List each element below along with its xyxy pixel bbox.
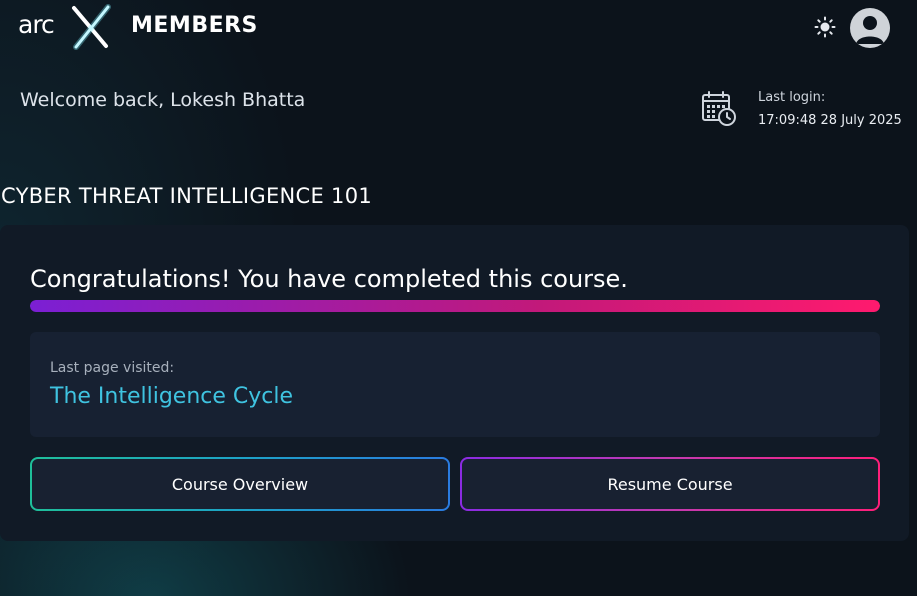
last-login-label: Last login: xyxy=(758,90,826,105)
welcome-message: Welcome back, Lokesh Bhatta xyxy=(20,89,306,111)
theme-toggle-button[interactable] xyxy=(814,16,836,38)
user-avatar-icon xyxy=(856,16,884,44)
resume-course-button[interactable]: Resume Course xyxy=(460,457,880,511)
course-overview-button[interactable]: Course Overview xyxy=(30,457,450,511)
course-progress-bar xyxy=(30,300,880,312)
last-page-panel: Last page visited: The Intelligence Cycl… xyxy=(30,332,880,437)
arcx-logo[interactable]: arc xyxy=(18,4,114,50)
last-page-label: Last page visited: xyxy=(50,360,175,376)
course-progress-fill xyxy=(30,300,880,312)
course-title: CYBER THREAT INTELLIGENCE 101 xyxy=(1,184,373,208)
course-overview-label: Course Overview xyxy=(32,459,448,509)
sun-icon xyxy=(814,16,836,38)
last-login-timestamp: 17:09:48 28 July 2025 xyxy=(758,113,902,128)
user-avatar-button[interactable] xyxy=(850,8,890,48)
resume-course-label: Resume Course xyxy=(462,459,878,509)
logo-wordmark: arc xyxy=(18,10,55,39)
calendar-clock-icon xyxy=(702,91,736,126)
page-title: MEMBERS xyxy=(131,13,258,38)
app-header: arc MEMBERS xyxy=(0,0,917,56)
last-page-link[interactable]: The Intelligence Cycle xyxy=(50,384,293,409)
completion-message: Congratulations! You have completed this… xyxy=(30,265,628,293)
course-progress-card: Congratulations! You have completed this… xyxy=(0,225,909,541)
logo-x-glyph xyxy=(72,4,111,50)
